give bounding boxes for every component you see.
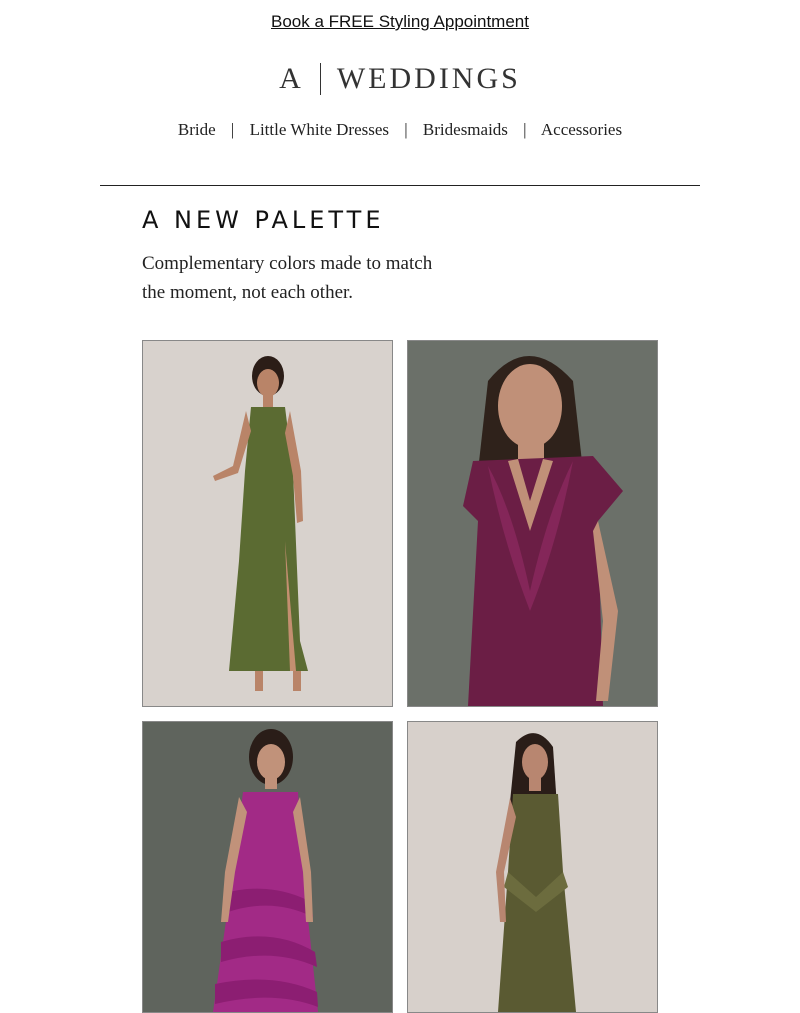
promo-bar: Book a FREE Styling Appointment <box>0 12 800 32</box>
nav-item-bridesmaids[interactable]: Bridesmaids <box>423 120 508 139</box>
product-image-plum-ruffle-dress[interactable] <box>407 340 658 707</box>
nav-item-bride[interactable]: Bride <box>178 120 216 139</box>
book-styling-appointment-link[interactable]: Book a FREE Styling Appointment <box>271 12 529 31</box>
nav-item-little-white-dresses[interactable]: Little White Dresses <box>250 120 389 139</box>
nav-divider: | <box>404 120 408 139</box>
nav-item-accessories[interactable]: Accessories <box>541 120 622 139</box>
brand-logo[interactable]: A WEDDINGS <box>0 62 800 99</box>
brand-name: WEDDINGS <box>336 62 521 95</box>
page-title: A NEW PALETTE <box>142 206 385 234</box>
logo-divider <box>319 63 321 96</box>
hero-subcopy: Complementary colors made to match the m… <box>142 249 482 307</box>
main-nav: Bride | Little White Dresses | Bridesmai… <box>0 120 800 140</box>
nav-divider: | <box>230 120 235 139</box>
nav-divider: | <box>523 120 527 139</box>
brand-letter: A <box>279 62 304 95</box>
product-image-green-gown[interactable] <box>142 340 393 707</box>
product-image-magenta-ruffle-gown[interactable] <box>142 721 393 1013</box>
hero-subcopy-line: Complementary colors made to match <box>142 253 433 274</box>
section-divider <box>100 185 700 186</box>
hero-subcopy-line: the moment, not each other. <box>142 282 354 303</box>
product-image-olive-velvet-gown[interactable] <box>407 721 658 1013</box>
